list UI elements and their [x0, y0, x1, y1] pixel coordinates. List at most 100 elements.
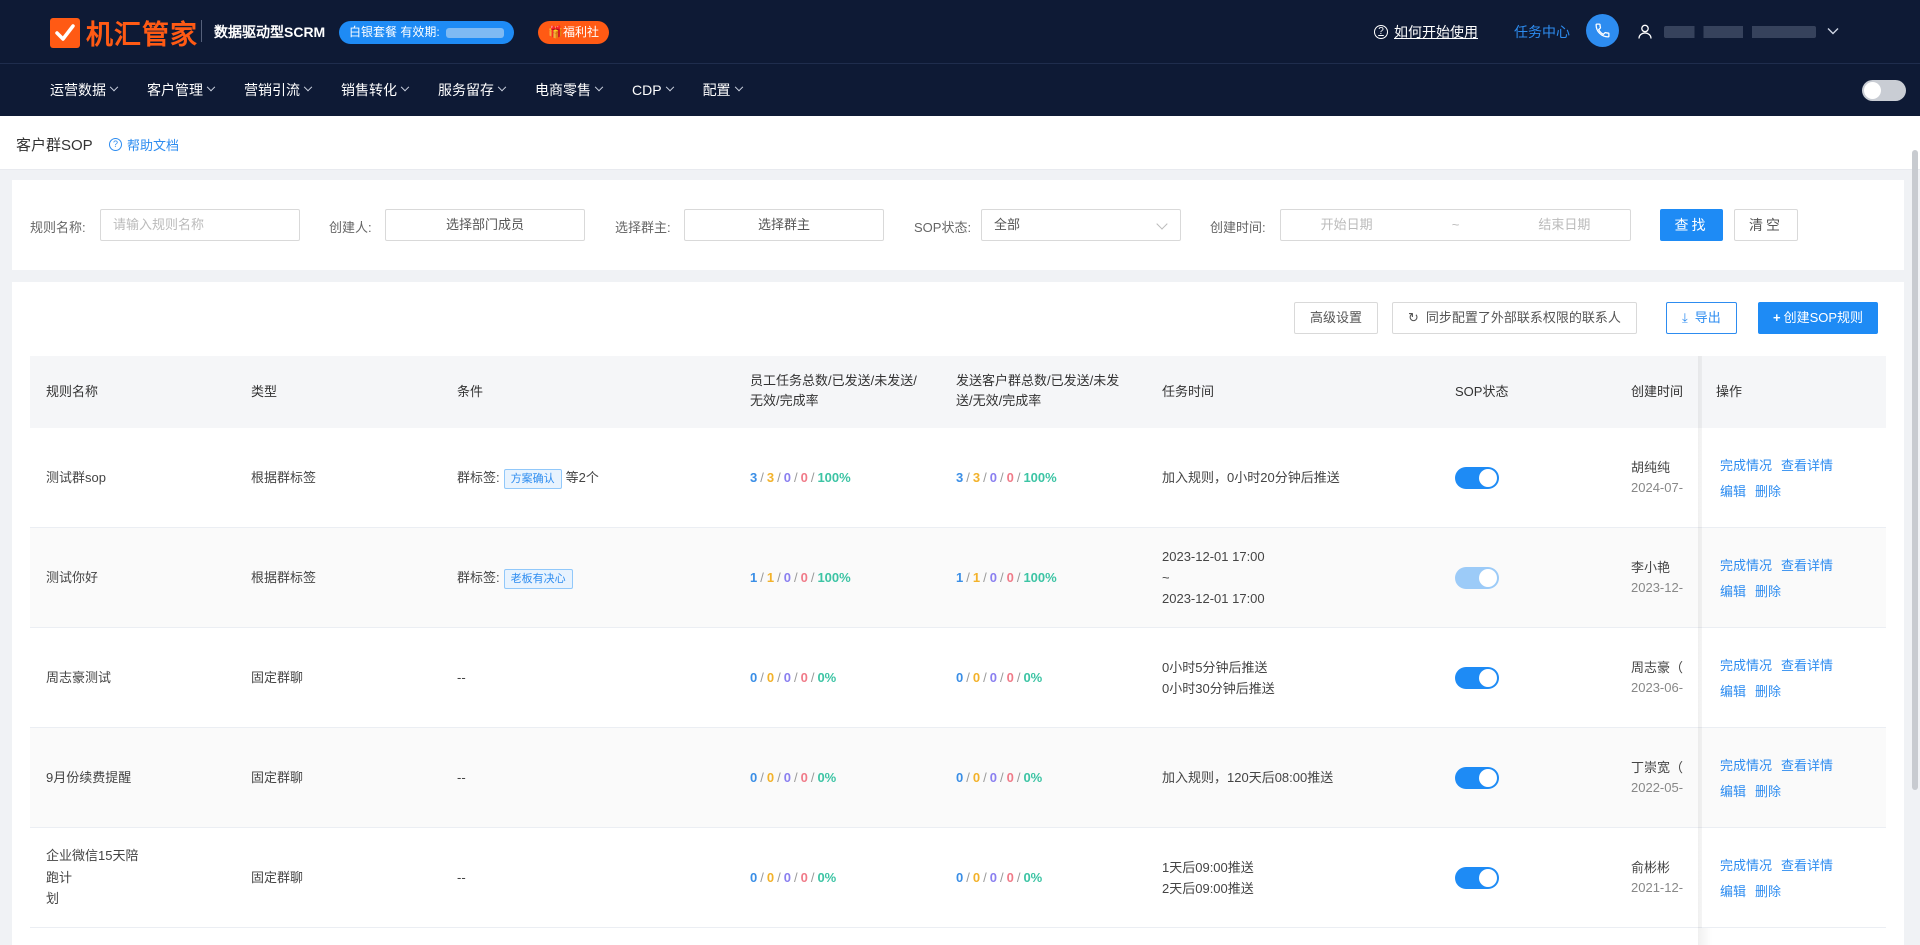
- condition: --: [457, 870, 466, 885]
- stat-rate: 100%: [1023, 470, 1057, 485]
- chevron-down-icon: [497, 82, 507, 92]
- start-date-input[interactable]: 开始日期: [1321, 210, 1373, 240]
- switch-knob: [1479, 469, 1497, 487]
- view-details-link[interactable]: 查看详情: [1781, 558, 1833, 573]
- delete-link[interactable]: 删除: [1755, 884, 1781, 899]
- edit-link[interactable]: 编辑: [1720, 884, 1746, 899]
- how-to-start-link[interactable]: ? 如何开始使用: [1374, 22, 1478, 42]
- sync-contacts-button[interactable]: ↻ 同步配置了外部联系权限的联系人: [1392, 302, 1637, 334]
- create-sop-button[interactable]: + 创建SOP规则: [1758, 302, 1879, 334]
- export-button[interactable]: ⤓ 导出: [1666, 302, 1737, 334]
- theme-toggle[interactable]: [1862, 80, 1906, 101]
- nav-sales-conversion[interactable]: 销售转化: [341, 80, 410, 100]
- user-name-redacted[interactable]: [1664, 26, 1816, 38]
- status-label: SOP状态:: [914, 220, 972, 235]
- completion-link[interactable]: 完成情况: [1720, 558, 1772, 573]
- task-time: 加入规则，0小时20分钟后推送: [1162, 470, 1340, 485]
- task-time: 0小时30分钟后推送: [1162, 681, 1275, 696]
- download-icon: ⤓: [1682, 310, 1688, 325]
- view-details-link[interactable]: 查看详情: [1781, 758, 1833, 773]
- status-select[interactable]: 全部: [981, 209, 1181, 241]
- sop-status-switch[interactable]: [1455, 867, 1499, 889]
- stat-total: 3: [956, 470, 964, 485]
- nav-cdp[interactable]: CDP: [632, 82, 674, 98]
- edit-link[interactable]: 编辑: [1720, 784, 1746, 799]
- created-date: 2023-06-: [1631, 680, 1684, 695]
- nav-service-retention[interactable]: 服务留存: [438, 80, 507, 100]
- advanced-settings-button[interactable]: 高级设置: [1294, 302, 1379, 334]
- task-time: 0小时5分钟后推送: [1162, 660, 1268, 675]
- delete-link[interactable]: 删除: [1755, 584, 1781, 599]
- clear-button[interactable]: 清空: [1734, 209, 1798, 241]
- actions-cell: 完成情况 查看详情 编辑 删除: [1702, 528, 1886, 628]
- actions-header-cell: 操作: [1702, 356, 1886, 428]
- stat-sent: 0: [972, 770, 981, 785]
- creator-select[interactable]: 选择部门成员: [385, 209, 585, 241]
- sop-status-switch[interactable]: [1455, 467, 1499, 489]
- page-title-bar: 客户群SOP ? 帮助文档: [0, 116, 1920, 170]
- delete-link[interactable]: 删除: [1755, 684, 1781, 699]
- nav-label: 电商零售: [535, 82, 591, 98]
- sop-status-switch[interactable]: [1455, 567, 1499, 589]
- nav-ecommerce[interactable]: 电商零售: [535, 80, 604, 100]
- phone-icon[interactable]: [1586, 14, 1619, 47]
- stat-invalid: 0: [1006, 570, 1014, 585]
- nav-customer-management[interactable]: 客户管理: [147, 80, 216, 100]
- stat-total: 0: [956, 770, 964, 785]
- stat-sent: 0: [766, 870, 775, 885]
- edit-link[interactable]: 编辑: [1720, 584, 1746, 599]
- rule-type: 固定群聊: [251, 670, 304, 685]
- edit-link[interactable]: 编辑: [1720, 684, 1746, 699]
- staff-stats: 0/0/0/0/0%: [750, 670, 837, 685]
- plan-badge[interactable]: 白银套餐 有效期:: [339, 21, 514, 44]
- table-row: 企业微信15天陪 跑计 划 固定群聊 -- 0/0/0/0/0% 0/0/0/0…: [30, 828, 1886, 928]
- edit-link[interactable]: 编辑: [1720, 484, 1746, 499]
- help-doc-link[interactable]: ? 帮助文档: [109, 135, 179, 154]
- switch-knob: [1479, 569, 1497, 587]
- stat-invalid: 0: [800, 870, 808, 885]
- delete-link[interactable]: 删除: [1755, 484, 1781, 499]
- rule-type: 固定群聊: [251, 870, 304, 885]
- end-date-input[interactable]: 结束日期: [1538, 210, 1590, 240]
- delete-link[interactable]: 删除: [1755, 784, 1781, 799]
- sop-status-switch[interactable]: [1455, 667, 1499, 689]
- chevron-down-icon: [665, 82, 674, 92]
- completion-link[interactable]: 完成情况: [1720, 758, 1772, 773]
- col-created-time: 创建时间: [1631, 384, 1684, 399]
- nav-settings[interactable]: 配置: [703, 80, 743, 100]
- sop-status-switch[interactable]: [1455, 767, 1499, 789]
- view-details-link[interactable]: 查看详情: [1781, 658, 1833, 673]
- chevron-down-icon[interactable]: [1826, 24, 1840, 41]
- actions-cell: 完成情况 查看详情 编辑 删除: [1702, 428, 1886, 528]
- task-time: 1天后09:00推送: [1162, 860, 1254, 875]
- stat-rate: 100%: [817, 470, 851, 485]
- task-center-link[interactable]: 任务中心: [1514, 22, 1570, 42]
- completion-link[interactable]: 完成情况: [1720, 858, 1772, 873]
- stat-unsent: 0: [783, 570, 791, 585]
- stat-rate: 0%: [1023, 670, 1043, 685]
- stat-invalid: 0: [1006, 870, 1014, 885]
- table-row: 测试你好 根据群标签 群标签: 老板有决心 1/1/0/0/100% 1/1/0/…: [30, 528, 1886, 628]
- task-time-end: 2023-12-01 17:00: [1162, 591, 1265, 606]
- nav-label: CDP: [632, 82, 662, 98]
- plus-icon: +: [1773, 310, 1781, 325]
- completion-link[interactable]: 完成情况: [1720, 658, 1772, 673]
- nav-operations-data[interactable]: 运营数据: [50, 80, 119, 100]
- rule-name: 周志豪测试: [46, 670, 112, 685]
- date-range-picker[interactable]: 开始日期 ~ 结束日期: [1280, 209, 1631, 241]
- view-details-link[interactable]: 查看详情: [1781, 858, 1833, 873]
- page-scrollbar[interactable]: [1912, 150, 1918, 790]
- owner-select[interactable]: 选择群主: [684, 209, 884, 241]
- plan-expiry-redacted: [445, 27, 504, 38]
- welfare-badge[interactable]: 🎁福利社: [538, 21, 609, 44]
- user-icon[interactable]: [1638, 24, 1652, 42]
- rule-name-input[interactable]: 请输入规则名称: [100, 209, 300, 241]
- created-date: 2022-05-: [1631, 780, 1684, 795]
- completion-link[interactable]: 完成情况: [1720, 458, 1772, 473]
- stat-sent: 0: [972, 870, 981, 885]
- view-details-link[interactable]: 查看详情: [1781, 458, 1833, 473]
- nav-marketing[interactable]: 营销引流: [244, 80, 313, 100]
- search-button[interactable]: 查找: [1660, 209, 1723, 241]
- stat-unsent: 0: [989, 570, 997, 585]
- logo[interactable]: 机汇管家: [50, 13, 198, 52]
